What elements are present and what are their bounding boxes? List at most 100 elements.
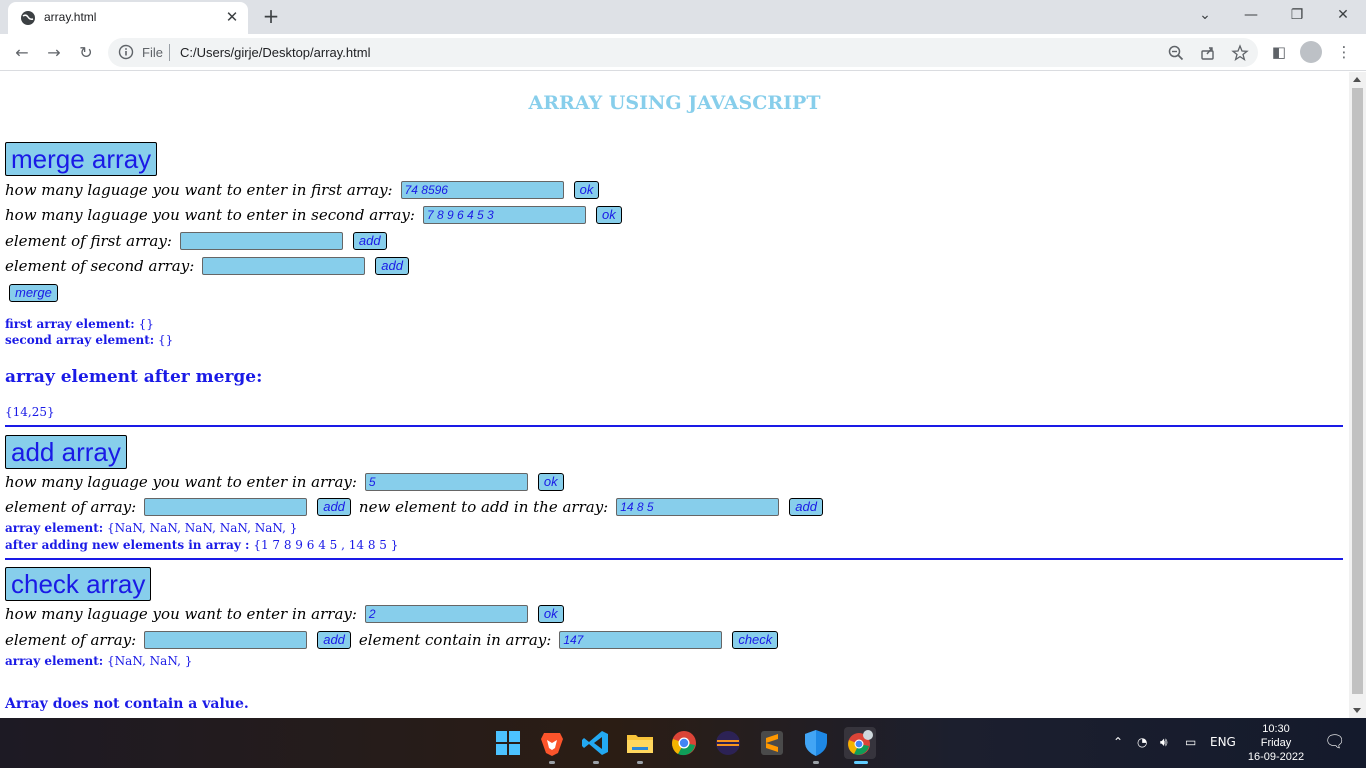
bookmark-star-icon[interactable] (1231, 44, 1249, 62)
first-count-input[interactable]: 74 8596 (400, 181, 564, 199)
defender-icon[interactable] (800, 727, 832, 759)
running-indicator (813, 761, 819, 764)
after-merge-heading: array element after merge: (5, 367, 263, 387)
add-count-label: how many laguage you want to enter in ar… (5, 473, 357, 491)
volume-icon[interactable]: 🔊︎ (1160, 735, 1168, 750)
first-array-output-value: {} (138, 317, 154, 331)
zoom-icon[interactable] (1167, 44, 1185, 62)
forward-icon[interactable]: → (42, 41, 66, 65)
scroll-up-icon[interactable] (1353, 77, 1361, 82)
chrome-icon[interactable] (668, 727, 700, 759)
check-element-input[interactable] (144, 631, 308, 649)
check-array-heading: check array (5, 567, 152, 601)
check-element-row: element of array: add element contain in… (5, 629, 786, 651)
clock-time: 10:30 (1262, 723, 1290, 735)
add-count-input[interactable]: 5 (364, 473, 528, 491)
running-indicator (637, 761, 643, 764)
check-element-add-button[interactable]: add (317, 631, 351, 649)
brave-icon[interactable] (536, 727, 568, 759)
chrome-profile-icon[interactable] (844, 727, 876, 759)
check-array-output: array element: {NaN, NaN, } (5, 654, 192, 668)
new-tab-icon[interactable]: + (260, 5, 282, 27)
check-array-output-label: array element: (5, 654, 104, 668)
new-element-input[interactable]: 14 8 5 (616, 498, 780, 516)
minimize-icon[interactable]: — (1238, 4, 1264, 26)
clock-day: Friday (1260, 737, 1292, 749)
second-count-label: how many laguage you want to enter in se… (5, 206, 415, 224)
add-count-ok-button[interactable]: ok (537, 473, 564, 491)
second-count-row: how many laguage you want to enter in se… (5, 204, 630, 226)
url-text[interactable]: C:/Users/girje/Desktop/array.html (180, 45, 370, 60)
merge-row: merge (9, 282, 66, 304)
section-divider (5, 425, 1343, 427)
check-element-label: element of array: (5, 631, 137, 649)
scroll-thumb[interactable] (1352, 88, 1363, 694)
new-element-add-button[interactable]: add (789, 498, 823, 516)
add-count-row: how many laguage you want to enter in ar… (5, 471, 572, 493)
globe-icon (21, 11, 35, 25)
check-count-label: how many laguage you want to enter in ar… (5, 605, 357, 623)
second-count-input[interactable]: 7 8 9 6 4 5 3 (422, 206, 586, 224)
contain-label: element contain in array: (358, 631, 552, 649)
merge-button[interactable]: merge (9, 284, 58, 302)
tab-search-icon[interactable]: ⌄ (1192, 4, 1218, 26)
add-element-row: element of array: add new element to add… (5, 496, 831, 518)
file-explorer-icon[interactable] (624, 727, 656, 759)
back-icon[interactable]: ← (10, 41, 34, 65)
first-element-label: element of first array: (5, 232, 172, 250)
close-window-icon[interactable]: ✕ (1330, 4, 1356, 26)
first-count-row: how many laguage you want to enter in fi… (5, 179, 607, 201)
add-array-output: array element: {NaN, NaN, NaN, NaN, NaN,… (5, 521, 297, 535)
first-element-input[interactable] (179, 232, 343, 250)
after-merge-value: {14,25} (5, 405, 55, 419)
reload-icon[interactable]: ↻ (74, 41, 98, 65)
restore-icon[interactable]: ❐ (1284, 4, 1310, 26)
add-element-add-button[interactable]: add (317, 498, 351, 516)
new-element-label: new element to add in the array: (358, 498, 609, 516)
check-count-input[interactable]: 2 (364, 605, 528, 623)
battery-icon[interactable]: ▭ (1185, 735, 1196, 749)
check-array-output-value: {NaN, NaN, } (107, 654, 193, 668)
first-array-output-label: first array element: (5, 317, 135, 331)
input-language[interactable]: ENG (1210, 735, 1236, 749)
active-indicator (854, 761, 868, 764)
running-indicator (593, 761, 599, 764)
show-hidden-icons-icon[interactable]: ⌃ (1113, 735, 1123, 749)
page-content: ARRAY USING JAVASCRIPT merge array how m… (0, 72, 1349, 718)
notification-icon[interactable]: 🗨︎ (1324, 732, 1346, 752)
share-icon[interactable] (1199, 44, 1217, 62)
page-title: ARRAY USING JAVASCRIPT (528, 92, 821, 114)
profile-avatar-icon[interactable] (1300, 41, 1322, 63)
close-tab-icon[interactable]: ✕ (224, 9, 240, 25)
first-count-ok-button[interactable]: ok (573, 181, 600, 199)
second-element-add-button[interactable]: add (375, 257, 409, 275)
wifi-icon[interactable]: ◔ (1137, 735, 1147, 749)
check-count-ok-button[interactable]: ok (537, 605, 564, 623)
merge-array-heading: merge array (5, 142, 158, 176)
page-scrollbar[interactable] (1349, 72, 1366, 718)
info-icon[interactable] (118, 44, 134, 60)
second-array-output: second array element: {} (5, 333, 173, 347)
eclipse-icon[interactable] (712, 727, 744, 759)
side-panel-icon[interactable]: ◧ (1269, 42, 1289, 62)
second-count-ok-button[interactable]: ok (595, 206, 622, 224)
check-button[interactable]: check (732, 631, 779, 649)
sublime-text-icon[interactable] (756, 727, 788, 759)
browser-toolbar: ← → ↻ File C:/Users/girje/Desktop/array.… (0, 34, 1366, 71)
second-array-output-label: second array element: (5, 333, 155, 347)
browser-tab[interactable]: array.html ✕ (8, 2, 248, 34)
windows-start-icon[interactable] (492, 727, 524, 759)
omnibox-divider (169, 44, 170, 61)
first-element-add-button[interactable]: add (352, 232, 387, 250)
menu-icon[interactable]: ⋮ (1334, 42, 1354, 62)
add-array-output-value: {NaN, NaN, NaN, NaN, NaN, } (107, 521, 298, 535)
section-divider (5, 558, 1343, 560)
tab-title: array.html (44, 10, 97, 24)
add-element-input[interactable] (144, 498, 308, 516)
address-bar[interactable]: File C:/Users/girje/Desktop/array.html (108, 38, 1258, 67)
scroll-down-icon[interactable] (1353, 708, 1361, 713)
contain-input[interactable]: 147 (559, 631, 723, 649)
vscode-icon[interactable] (580, 727, 612, 759)
taskbar-clock[interactable]: 10:30 Friday 16-09-2022 (1240, 722, 1312, 764)
second-element-input[interactable] (202, 257, 366, 275)
